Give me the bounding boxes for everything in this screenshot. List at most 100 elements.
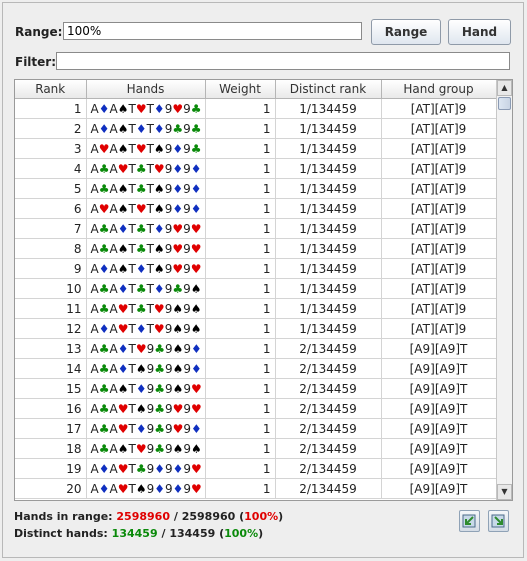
table-row[interactable]: 9 A♦A♠T♦T♠9♥9♥ 1 1/134459 [AT][AT]9	[15, 258, 497, 279]
spade-icon: ♠	[190, 321, 202, 336]
export-button[interactable]	[488, 510, 509, 532]
weight-cell: 1	[205, 358, 276, 379]
table-row[interactable]: 12 A♦A♥T♦T♥9♠9♠ 1 1/134459 [AT][AT]9	[15, 318, 497, 339]
card-rank: 9	[183, 321, 191, 336]
card-rank: T	[146, 181, 154, 196]
diamond-icon: ♦	[191, 341, 202, 356]
spade-icon: ♠	[172, 381, 184, 396]
scroll-down-icon[interactable]: ▼	[497, 484, 512, 500]
club-icon: ♣	[190, 121, 202, 136]
table-row[interactable]: 7 A♣A♦T♣T♦9♥9♥ 1 1/134459 [AT][AT]9	[15, 218, 497, 239]
col-distinct-rank[interactable]: Distinct rank	[275, 80, 382, 99]
table-row[interactable]: 17 A♣A♥T♦9♣9♥9♦ 1 2/134459 [A9][A9]T	[15, 418, 497, 439]
hand-button[interactable]: Hand	[448, 19, 511, 45]
hand-group-cell: [AT][AT]9	[381, 298, 497, 319]
card-rank: T	[128, 381, 136, 396]
hand-group-cell: [AT][AT]9	[381, 118, 497, 139]
hands-sep: /	[173, 510, 178, 523]
diamond-icon: ♦	[135, 421, 147, 436]
scroll-thumb[interactable]	[498, 97, 511, 110]
hand-cell: A♦A♥T♣9♦9♦9♥	[86, 458, 206, 479]
hand-group-cell: [A9][A9]T	[381, 338, 497, 359]
table-row[interactable]: 13 A♣A♦T♥9♣9♠9♦ 1 2/134459 [A9][A9]T	[15, 338, 497, 359]
table-row[interactable]: 14 A♣A♦T♠9♣9♠9♦ 1 2/134459 [A9][A9]T	[15, 358, 497, 379]
club-icon: ♣	[154, 381, 165, 396]
table-row[interactable]: 3 A♥A♠T♥T♠9♦9♣ 1 1/134459 [AT][AT]9	[15, 138, 497, 159]
hands-percent: 100%	[244, 510, 279, 523]
table-row[interactable]: 18 A♣A♠T♥9♣9♠9♠ 1 2/134459 [A9][A9]T	[15, 438, 497, 459]
card-rank: A	[90, 141, 99, 156]
col-rank[interactable]: Rank	[15, 80, 87, 99]
table-row[interactable]: 4 A♣A♥T♣T♥9♦9♦ 1 1/134459 [AT][AT]9	[15, 158, 497, 179]
export-icon	[491, 514, 505, 528]
spade-icon: ♠	[117, 141, 129, 156]
table-row[interactable]: 10 A♣A♦T♣T♦9♣9♠ 1 1/134459 [AT][AT]9	[15, 278, 497, 299]
col-hand-group[interactable]: Hand group	[381, 80, 497, 99]
heart-icon: ♥	[135, 441, 147, 456]
card-rank: A	[109, 381, 118, 396]
distinct-rank-cell: 2/134459	[275, 358, 382, 379]
club-icon: ♣	[190, 141, 202, 156]
card-rank: T	[128, 441, 136, 456]
card-rank: 9	[164, 441, 173, 456]
heart-icon: ♥	[191, 381, 202, 396]
distinct-rank-cell: 1/134459	[275, 118, 382, 139]
heart-icon: ♥	[191, 401, 202, 416]
range-input[interactable]	[63, 22, 362, 40]
col-hands[interactable]: Hands	[86, 80, 206, 99]
weight-cell: 1	[205, 378, 276, 399]
hand-cell: A♦A♥T♠9♦9♦9♥	[86, 478, 206, 499]
table-header: Rank Hands Weight Distinct rank Hand gro…	[15, 80, 497, 99]
card-rank: A	[109, 361, 118, 376]
heart-icon: ♥	[153, 161, 165, 176]
filter-input[interactable]	[56, 52, 510, 70]
hand-cell: A♦A♠T♥T♦9♥9♣	[86, 98, 206, 119]
card-rank: T	[146, 141, 154, 156]
hands-in-range: Hands in range: 2598960 / 2598960 (100%)	[14, 510, 284, 523]
distinct-total: 134459	[169, 527, 216, 540]
table-row[interactable]: 19 A♦A♥T♣9♦9♦9♥ 1 2/134459 [A9][A9]T	[15, 458, 497, 479]
spade-icon: ♠	[135, 401, 147, 416]
vertical-scrollbar[interactable]: ▲ ▼	[496, 80, 512, 500]
table-row[interactable]: 20 A♦A♥T♠9♦9♦9♥ 1 2/134459 [A9][A9]T	[15, 478, 497, 499]
card-rank: A	[109, 441, 118, 456]
diamond-icon: ♦	[98, 321, 110, 336]
card-rank: 9	[183, 181, 191, 196]
club-icon: ♣	[135, 301, 147, 316]
spade-icon: ♠	[190, 281, 202, 296]
col-weight[interactable]: Weight	[205, 80, 276, 99]
table-row[interactable]: 1 A♦A♠T♥T♦9♥9♣ 1 1/134459 [AT][AT]9	[15, 98, 497, 119]
diamond-icon: ♦	[172, 181, 184, 196]
weight-cell: 1	[205, 238, 276, 259]
hands-in-range-label: Hands in range:	[14, 510, 113, 523]
distinct-rank-cell: 2/134459	[275, 338, 382, 359]
import-button[interactable]	[459, 510, 480, 532]
table-row[interactable]: 6 A♥A♠T♥T♠9♦9♦ 1 1/134459 [AT][AT]9	[15, 198, 497, 219]
rank-cell: 1	[15, 98, 87, 119]
spade-icon: ♠	[117, 101, 129, 116]
card-rank: T	[128, 161, 136, 176]
heart-icon: ♥	[117, 321, 129, 336]
weight-cell: 1	[205, 138, 276, 159]
card-rank: A	[90, 121, 99, 136]
scroll-up-icon[interactable]: ▲	[497, 80, 512, 96]
table-row[interactable]: 11 A♣A♥T♣T♥9♠9♠ 1 1/134459 [AT][AT]9	[15, 298, 497, 319]
diamond-icon: ♦	[117, 281, 129, 296]
club-icon: ♣	[135, 241, 147, 256]
table-row[interactable]: 16 A♣A♥T♠9♣9♥9♥ 1 2/134459 [A9][A9]T	[15, 398, 497, 419]
card-rank: 9	[183, 421, 192, 436]
range-button[interactable]: Range	[371, 19, 441, 45]
card-rank: A	[90, 341, 99, 356]
table-row[interactable]: 15 A♣A♠T♦9♣9♠9♥ 1 2/134459 [A9][A9]T	[15, 378, 497, 399]
rank-cell: 3	[15, 138, 87, 159]
spade-icon: ♠	[153, 181, 165, 196]
diamond-icon: ♦	[190, 161, 202, 176]
table-row[interactable]: 8 A♣A♠T♣T♠9♥9♥ 1 1/134459 [AT][AT]9	[15, 238, 497, 259]
table-row[interactable]: 5 A♣A♠T♣T♠9♦9♦ 1 1/134459 [AT][AT]9	[15, 178, 497, 199]
club-icon: ♣	[135, 221, 147, 236]
card-rank: 9	[183, 301, 191, 316]
club-icon: ♣	[98, 301, 110, 316]
club-icon: ♣	[135, 161, 147, 176]
table-row[interactable]: 2 A♦A♠T♦T♦9♣9♣ 1 1/134459 [AT][AT]9	[15, 118, 497, 139]
hand-cell: A♦A♠T♦T♦9♣9♣	[86, 118, 206, 139]
